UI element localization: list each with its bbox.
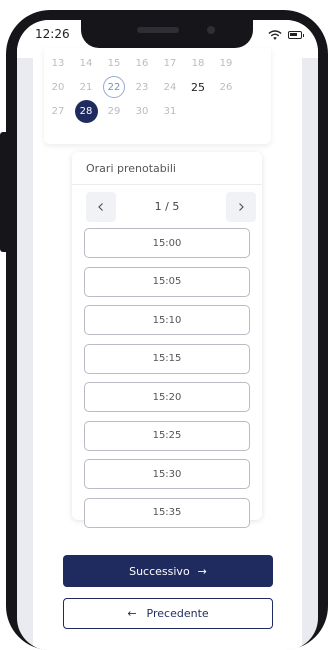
next-button-label: Successivo — [129, 564, 190, 578]
page-indicator: 1 / 5 — [154, 200, 180, 213]
battery-icon — [288, 31, 304, 39]
chevron-left-icon — [98, 203, 103, 211]
front-camera — [207, 26, 215, 34]
page-content: 13 14 15 16 17 18 19 20 21 22 23 24 25 26 27 28 29 30 31 O… — [33, 48, 302, 650]
calendar-day: 30 — [135, 105, 149, 117]
time-slot-button[interactable]: 15:30 — [84, 459, 250, 489]
next-page-button[interactable] — [226, 192, 256, 222]
phone-screen: 12:26 13 14 15 16 17 18 19 20 21 22 23 24 25 26 27 28 29… — [17, 20, 318, 650]
calendar-day: 13 — [51, 57, 65, 69]
time-slot-button[interactable]: 15:10 — [84, 305, 250, 335]
calendar-day[interactable]: 25 — [184, 74, 212, 100]
calendar-day: 14 — [79, 57, 93, 69]
calendar-day: 23 — [135, 81, 149, 93]
system-icons — [268, 28, 304, 42]
calendar-day: 29 — [107, 105, 121, 117]
calendar-day: 15 — [107, 57, 121, 69]
chevron-right-icon — [239, 203, 244, 211]
time-slot-button[interactable]: 15:00 — [84, 228, 250, 258]
arrow-right-icon: → — [197, 564, 207, 578]
calendar-week: 20 21 22 23 24 25 26 — [44, 74, 244, 100]
prev-page-button[interactable] — [86, 192, 116, 222]
calendar: 13 14 15 16 17 18 19 20 21 22 23 24 25 26 27 28 29 30 31 — [44, 48, 271, 144]
calendar-week: 27 28 29 30 31 — [44, 98, 244, 124]
time-slot-button[interactable]: 15:15 — [84, 343, 250, 374]
previous-button[interactable]: ← Precedente — [63, 598, 273, 629]
time-slot-button[interactable]: 15:35 — [84, 497, 250, 528]
calendar-day: 22 — [100, 74, 128, 100]
slot-list: 15:00 15:05 15:10 15:15 15:20 15:25 15:30 15:35 — [84, 228, 250, 536]
phone-side-button — [0, 132, 8, 252]
calendar-day: 26 — [219, 81, 233, 93]
divider — [72, 184, 262, 185]
calendar-day: 19 — [219, 57, 233, 69]
notch — [81, 20, 253, 48]
status-time: 12:26 — [35, 27, 70, 41]
wifi-icon — [268, 30, 282, 40]
time-slot-button[interactable]: 15:05 — [84, 266, 250, 297]
previous-button-label: Precedente — [146, 607, 209, 620]
speaker — [137, 27, 179, 33]
next-button[interactable]: Successivo → — [63, 555, 273, 587]
time-slots-panel: Orari prenotabili 1 / 5 15:00 15:05 15:10 1… — [72, 152, 262, 528]
time-slot-button[interactable]: 15:25 — [84, 420, 250, 451]
calendar-day: 20 — [51, 81, 65, 93]
calendar-day: 31 — [163, 105, 177, 117]
calendar-day: 27 — [51, 105, 65, 117]
time-slot-button[interactable]: 15:20 — [84, 382, 250, 412]
calendar-day: 17 — [163, 57, 177, 69]
selected-day-marker: 28 — [74, 99, 98, 123]
calendar-day: 18 — [191, 57, 205, 69]
slots-title: Orari prenotabili — [86, 162, 176, 175]
calendar-day[interactable]: 28 — [72, 98, 100, 124]
calendar-week: 13 14 15 16 17 18 19 — [44, 50, 244, 76]
arrow-left-icon: ← — [127, 607, 137, 620]
today-marker: 22 — [103, 76, 125, 98]
calendar-day: 21 — [79, 81, 93, 93]
calendar-day: 24 — [163, 81, 177, 93]
calendar-day: 16 — [135, 57, 149, 69]
